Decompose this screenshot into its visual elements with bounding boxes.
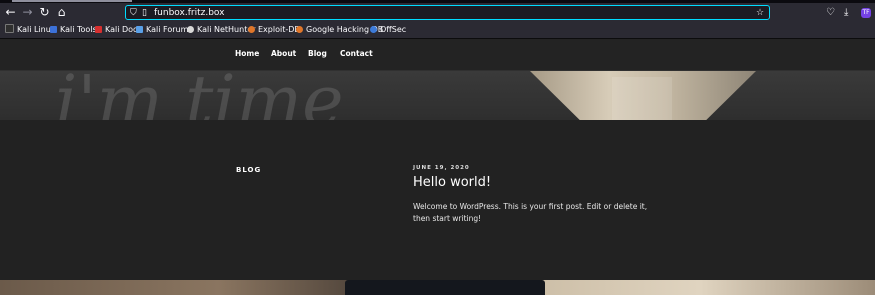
home-icon[interactable]: ⌂ <box>54 5 69 20</box>
url-bar[interactable]: ⛉ ▯ funbox.fritz.box ☆ <box>125 5 770 20</box>
bookmark-kali-forums[interactable]: Kali Forums <box>136 24 193 36</box>
url-text[interactable]: funbox.fritz.box <box>154 7 224 19</box>
bookmark-label: Exploit-DB <box>258 25 300 34</box>
bookmark-kali-linux[interactable]: Kali Linux <box>5 24 56 36</box>
chalkboard-lettering: i'm time <box>55 71 344 120</box>
kali-linux-favicon-icon <box>5 24 14 33</box>
browser-toolbar: ← → ↻ ⌂ ⛉ ▯ funbox.fritz.box ☆ ♡ ⤓ TF <box>0 3 875 22</box>
bookmark-kali-nethunter[interactable]: Kali NetHunter <box>187 24 256 36</box>
section-title: BLOG <box>236 166 262 174</box>
post-date[interactable]: JUNE 19, 2020 <box>413 164 470 172</box>
reload-icon[interactable]: ↻ <box>37 5 52 20</box>
nav-about[interactable]: About <box>271 49 296 59</box>
kali-docs-favicon-icon <box>95 26 102 33</box>
nav-home[interactable]: Home <box>235 49 259 59</box>
back-arrow-icon[interactable]: ← <box>3 5 18 20</box>
mug-image <box>345 280 545 295</box>
bookmarks-toolbar: Kali Linux Kali Tools Kali Docs Kali For… <box>0 22 875 39</box>
footer-image <box>0 280 875 295</box>
page-lock-icon[interactable]: ▯ <box>142 7 147 19</box>
exploit-db-favicon-icon <box>248 26 255 33</box>
bookmark-label: Kali Tools <box>60 25 97 34</box>
forward-arrow-icon[interactable]: → <box>20 5 35 20</box>
nav-contact[interactable]: Contact <box>340 49 373 59</box>
extension-icon[interactable]: TF <box>861 8 871 18</box>
kali-forums-favicon-icon <box>136 26 143 33</box>
nav-blog[interactable]: Blog <box>308 49 327 59</box>
site-navigation: Home About Blog Contact <box>0 39 875 71</box>
post-excerpt: Welcome to WordPress. This is your first… <box>413 202 648 223</box>
download-icon[interactable]: ⤓ <box>844 7 848 19</box>
carafe-highlight <box>612 77 672 120</box>
kali-tools-favicon-icon <box>50 26 57 33</box>
bookmark-label: Kali Forums <box>146 25 193 34</box>
bookmark-kali-docs[interactable]: Kali Docs <box>95 24 142 36</box>
shield-icon[interactable]: ⛉ <box>130 7 137 19</box>
bookmark-exploit-db[interactable]: Exploit-DB <box>248 24 300 36</box>
post-title[interactable]: Hello world! <box>413 175 491 191</box>
offsec-favicon-icon <box>370 26 377 33</box>
bookmark-label: Kali NetHunter <box>197 25 256 34</box>
ghdb-favicon-icon <box>296 26 303 33</box>
header-image: i'm time <box>0 71 875 120</box>
bookmark-label: OffSec <box>380 25 407 34</box>
bookmark-offsec[interactable]: OffSec <box>370 24 406 36</box>
blog-content-area <box>0 120 875 280</box>
kali-nethunter-favicon-icon <box>187 26 194 33</box>
active-tab-indicator <box>12 0 132 2</box>
star-icon[interactable]: ☆ <box>756 7 764 19</box>
bookmark-kali-tools[interactable]: Kali Tools <box>50 24 97 36</box>
pocket-icon[interactable]: ♡ <box>826 7 835 19</box>
